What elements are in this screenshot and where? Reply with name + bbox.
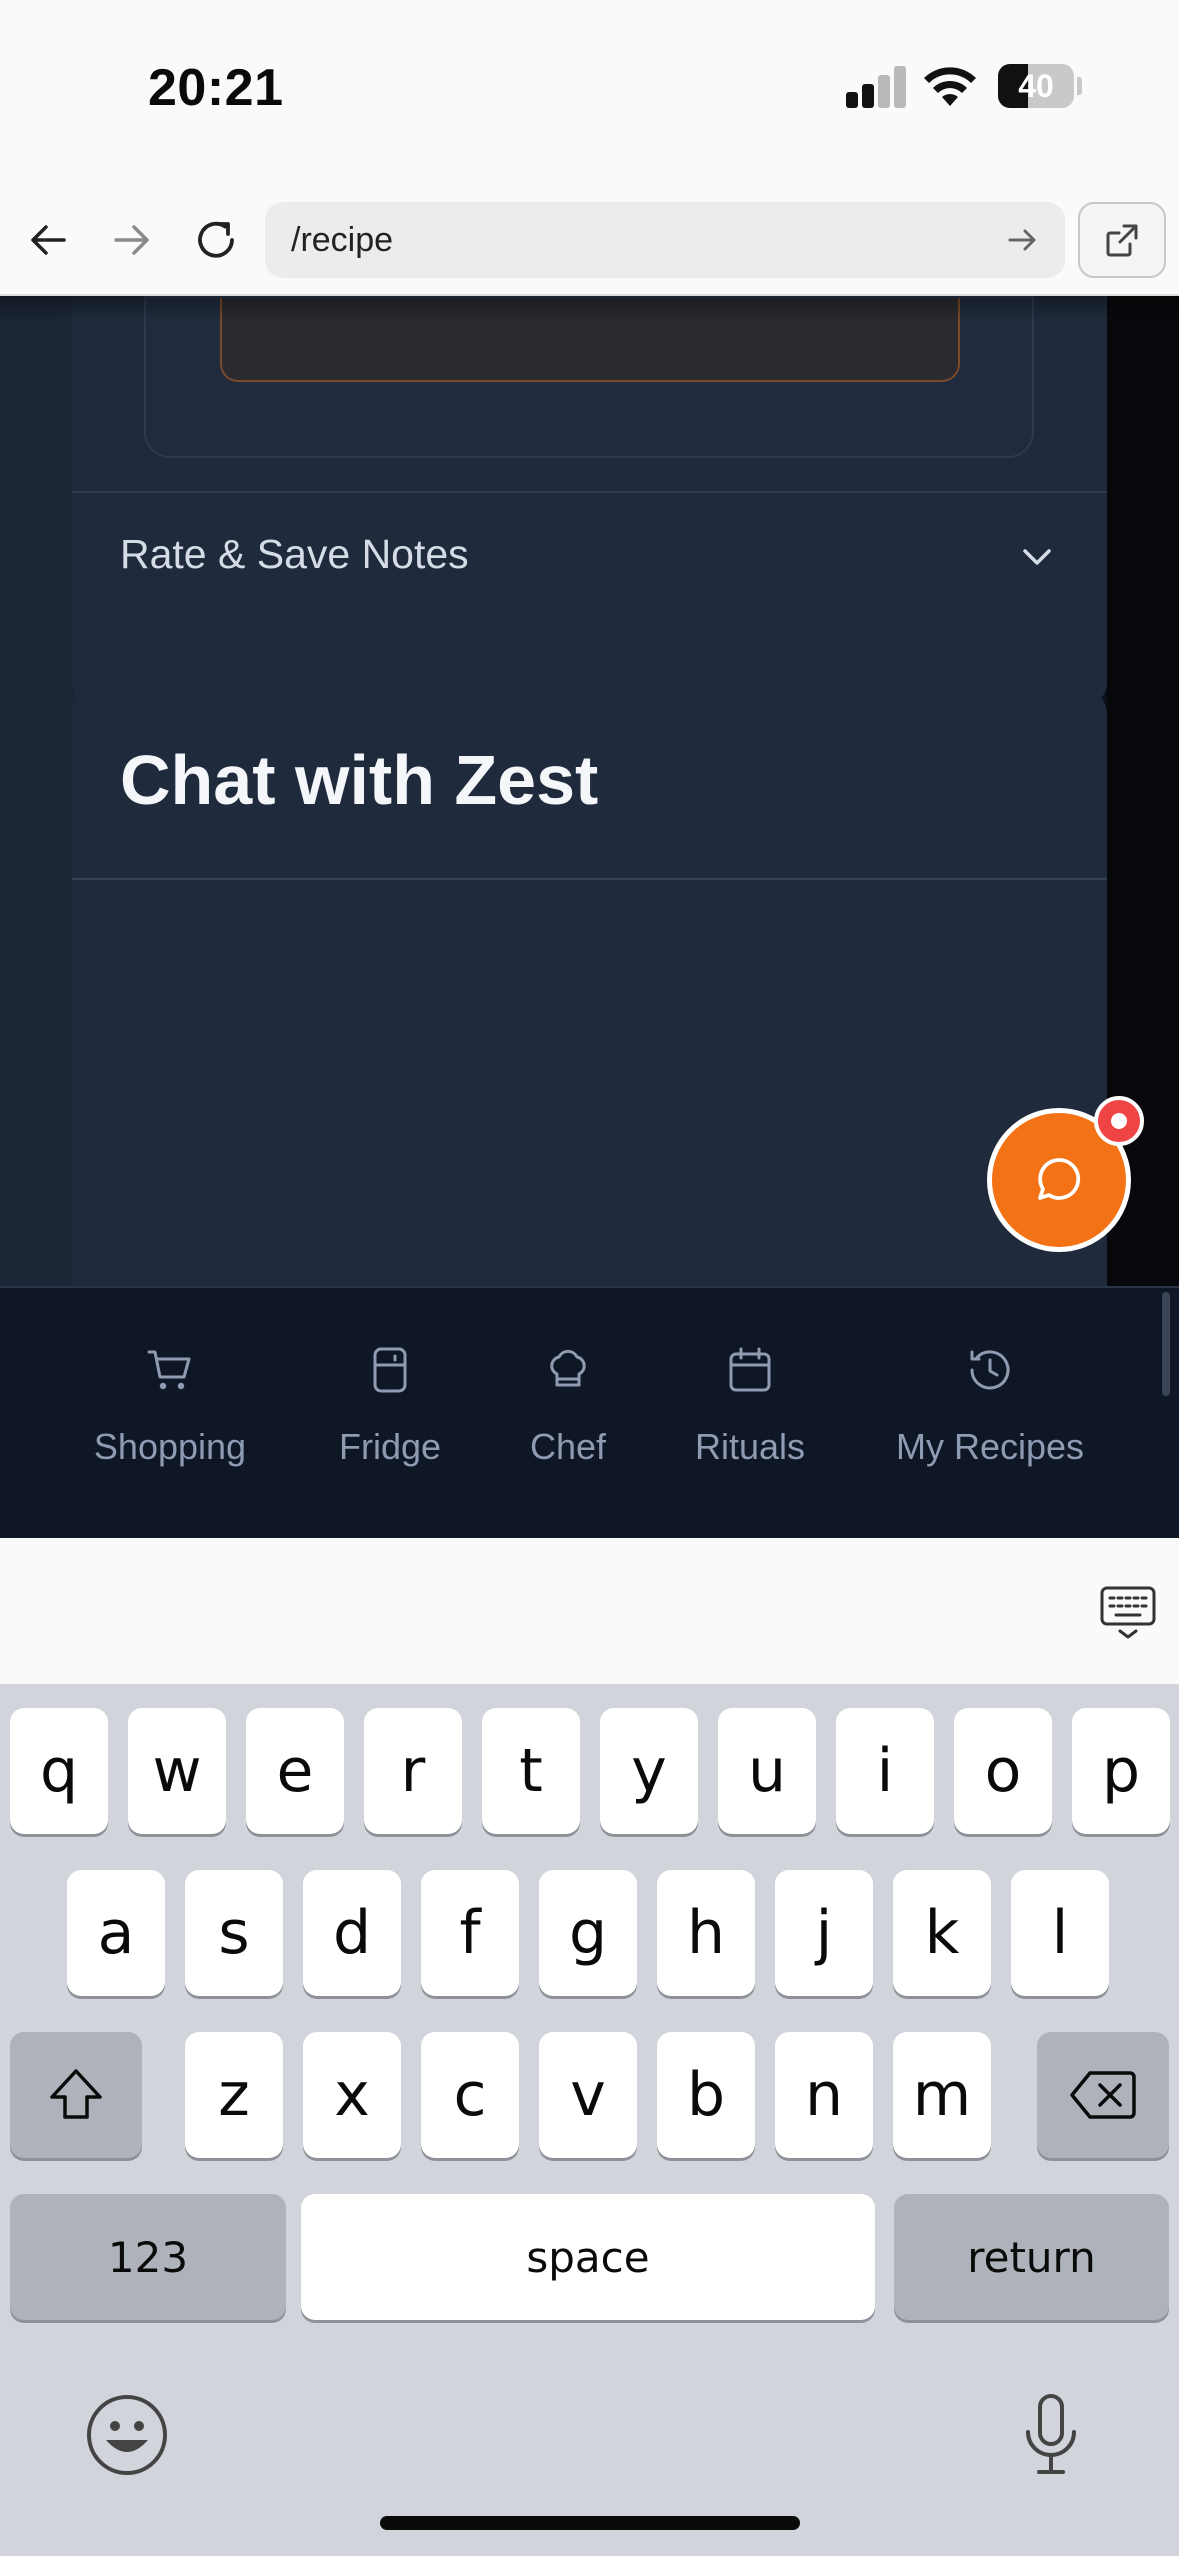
battery-icon: 40 [998,64,1074,108]
calendar-icon [729,1347,771,1392]
open-external-button[interactable] [1078,202,1166,278]
chat-title: Chat with Zest [120,741,599,819]
recipe-card: Rate & Save Notes [72,296,1107,705]
key-s[interactable]: s [185,1870,283,1996]
key-b[interactable]: b [657,2032,755,2158]
key-i[interactable]: i [836,1708,934,1834]
arrow-right-icon [114,225,149,255]
key-z[interactable]: z [185,2032,283,2158]
key-v[interactable]: v [539,2032,637,2158]
status-bar: 20:21 40 [0,0,1179,180]
key-p[interactable]: p [1072,1708,1170,1834]
keyboard-dismiss-icon[interactable] [1098,1582,1158,1642]
shift-key[interactable] [10,2032,142,2158]
key-m[interactable]: m [893,2032,991,2158]
battery-nub [1077,77,1082,95]
wifi-icon [924,67,976,106]
arrow-right-icon [1008,229,1036,251]
backspace-icon [1070,2071,1136,2119]
key-w[interactable]: w [128,1708,226,1834]
nav-label: Fridge [338,1426,442,1467]
keyboard-accessory-bar [0,1538,1179,1684]
nav-label: My Recipes [895,1426,1085,1467]
home-indicator [380,2516,800,2530]
key-q[interactable]: q [10,1708,108,1834]
nav-label: Shopping [93,1426,247,1467]
keyboard: qwertyuiop asdfghjkl zxcvbnm 123 space r… [0,1684,1179,2556]
key-k[interactable]: k [893,1870,991,1996]
emoji-icon[interactable] [82,2390,172,2480]
cellular-signal-icon [846,66,906,108]
back-button[interactable] [18,210,78,270]
nav-item-fridge[interactable]: Fridge [310,1288,470,1540]
key-r[interactable]: r [364,1708,462,1834]
key-o[interactable]: o [954,1708,1052,1834]
external-link-icon [1106,224,1138,257]
nav-label: Chef [529,1426,607,1467]
delete-key[interactable] [1037,2032,1169,2158]
key-d[interactable]: d [303,1870,401,1996]
nav-item-shopping[interactable]: Shopping [60,1288,280,1540]
key-g[interactable]: g [539,1870,637,1996]
forward-button[interactable] [102,210,162,270]
status-time: 20:21 [148,59,284,117]
chevron-down-icon [1023,549,1051,565]
history-icon [970,1350,1010,1390]
key-n[interactable]: n [775,2032,873,2158]
key-j[interactable]: j [775,1870,873,1996]
nav-item-my-recipes[interactable]: My Recipes [870,1288,1110,1540]
key-x[interactable]: x [303,2032,401,2158]
nav-item-chef[interactable]: Chef [488,1288,648,1540]
go-button[interactable] [999,216,1047,264]
url-text: /recipe [291,221,394,259]
nav-item-rituals[interactable]: Rituals [660,1288,840,1540]
key-h[interactable]: h [657,1870,755,1996]
microphone-icon[interactable] [1006,2390,1096,2480]
shift-icon [50,2069,102,2119]
browser-toolbar: /recipe [0,180,1179,296]
chef-hat-icon [550,1349,586,1387]
key-f[interactable]: f [421,1870,519,1996]
chat-divider [72,878,1107,880]
key-e[interactable]: e [246,1708,344,1834]
arrow-left-icon [31,225,66,255]
chat-bubble-icon [1038,1158,1081,1200]
cart-icon [147,1350,191,1390]
reload-button[interactable] [186,210,246,270]
chat-card: Chat with Zest [72,688,1107,1286]
numbers-key[interactable]: 123 [10,2194,286,2320]
key-l[interactable]: l [1011,1870,1109,1996]
space-key[interactable]: space [301,2194,875,2320]
url-field[interactable]: /recipe [265,202,1065,278]
fridge-icon [373,1347,407,1393]
key-c[interactable]: c [421,2032,519,2158]
rate-save-notes-accordion[interactable]: Rate & Save Notes [72,491,1107,616]
notification-badge [1094,1096,1144,1146]
nav-label: Rituals [694,1426,806,1467]
scrollbar-thumb[interactable] [1162,1292,1170,1396]
key-a[interactable]: a [67,1870,165,1996]
toolbar-shadow [0,296,1179,322]
key-u[interactable]: u [718,1708,816,1834]
return-key[interactable]: return [894,2194,1169,2320]
reload-icon [198,221,234,258]
battery-percent: 40 [1018,68,1054,104]
key-y[interactable]: y [600,1708,698,1834]
accordion-label: Rate & Save Notes [120,531,469,577]
bottom-nav: Shopping Fridge Chef Rituals My Recipes [0,1286,1179,1538]
key-t[interactable]: t [482,1708,580,1834]
